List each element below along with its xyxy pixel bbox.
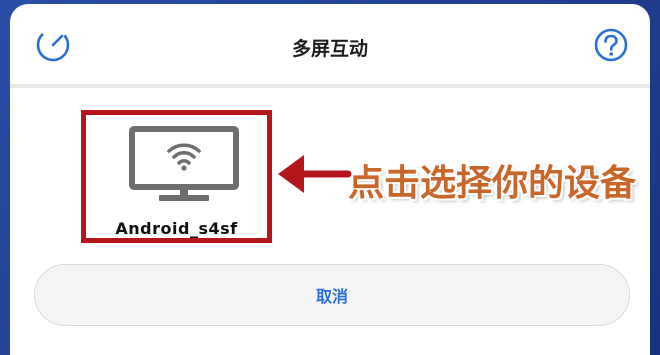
- help-icon: [594, 28, 628, 62]
- dialog-title: 多屏互动: [291, 38, 368, 60]
- device-name: Android_s4sf: [115, 219, 238, 238]
- hint-annotation: 点击选择你的设备: [348, 163, 637, 204]
- screen-cast-dialog: 多屏互动 Android_s4sf 点击选择你的设备 取消: [10, 4, 650, 355]
- cancel-button[interactable]: 取消: [34, 264, 630, 326]
- header-divider: [10, 84, 650, 88]
- pointer-arrow-icon: [274, 150, 352, 198]
- device-item[interactable]: Android_s4sf: [81, 110, 272, 243]
- dialog-header: 多屏互动: [10, 4, 650, 86]
- help-button[interactable]: [592, 26, 630, 64]
- tv-wifi-icon: [129, 126, 239, 201]
